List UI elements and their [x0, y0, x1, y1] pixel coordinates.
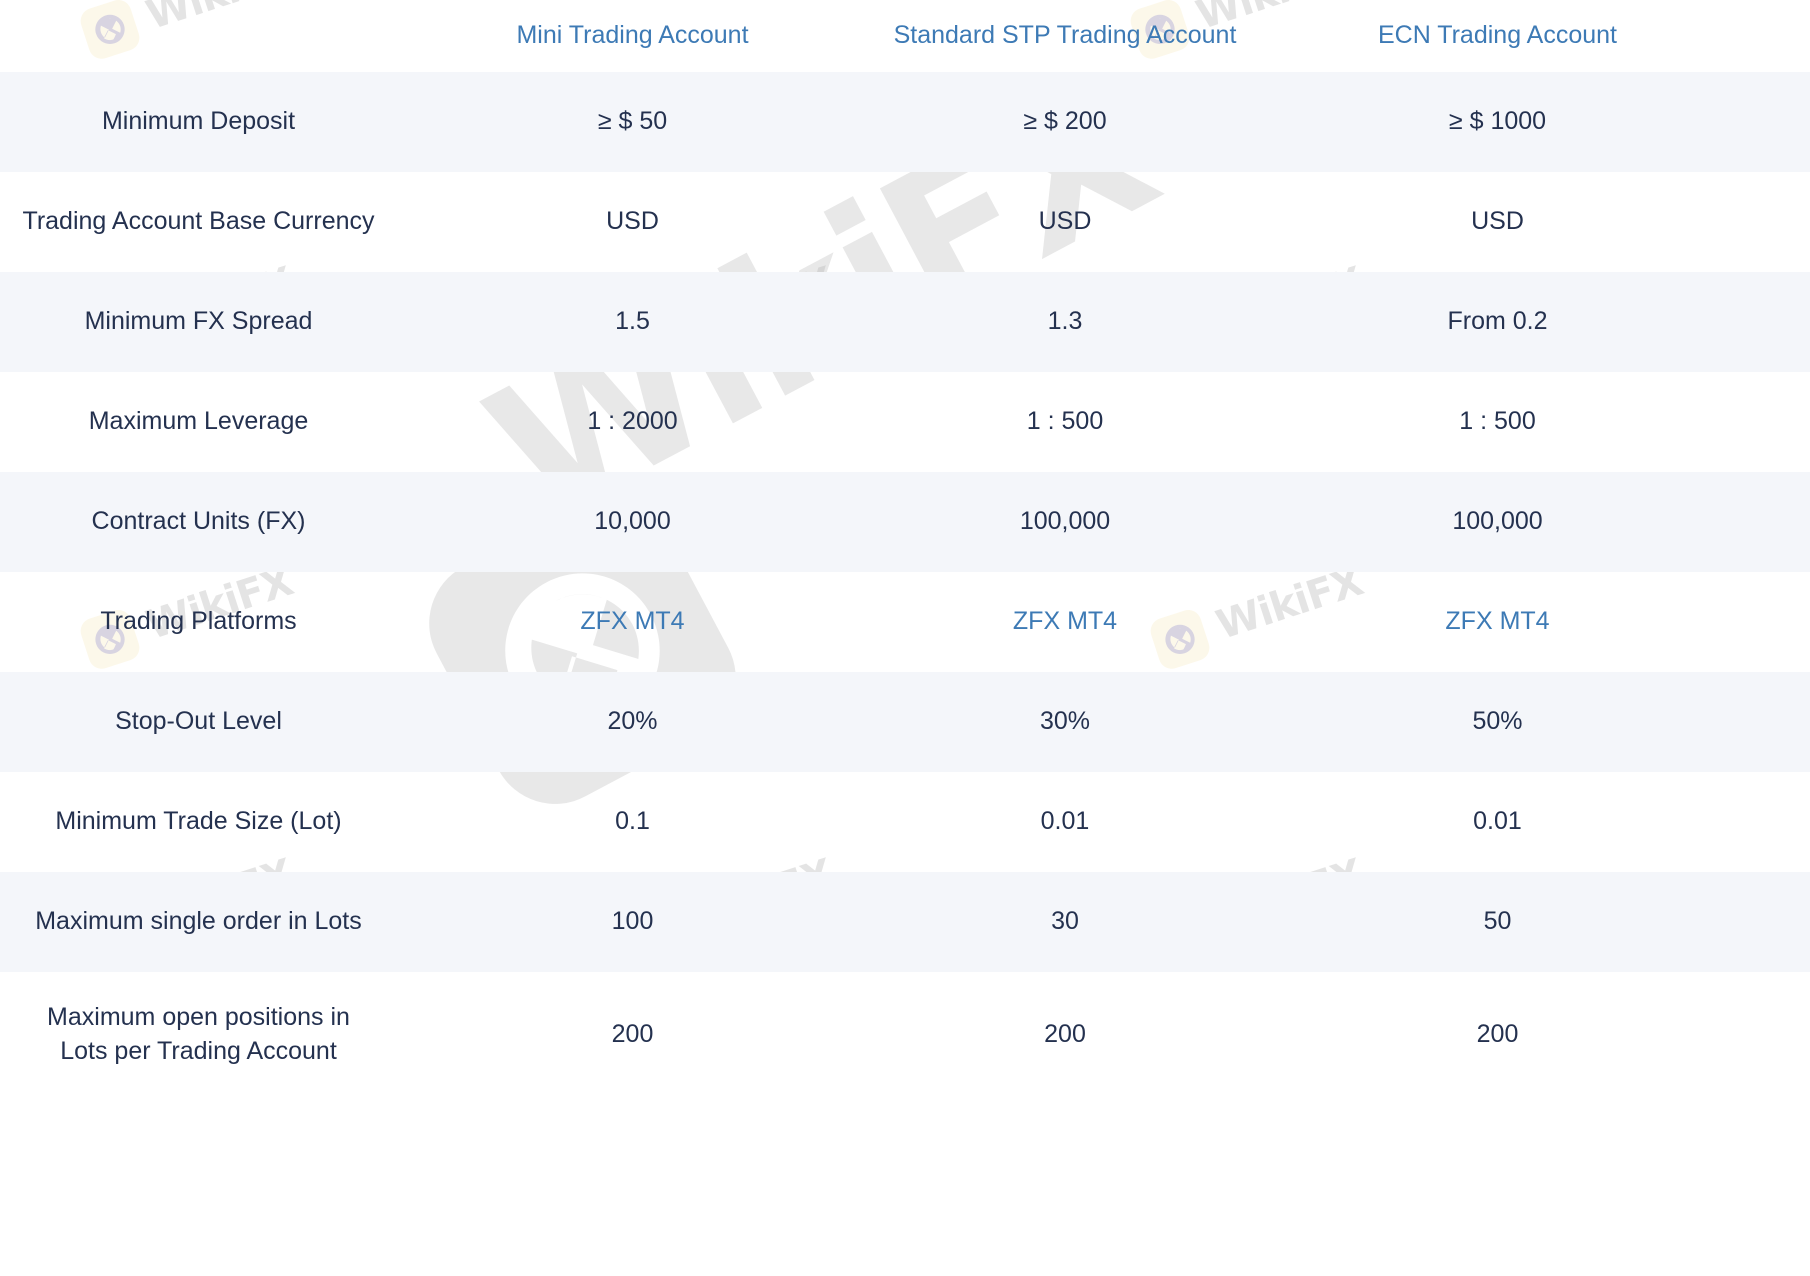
table-row: Minimum Deposit ≥ $ 50 ≥ $ 200 ≥ $ 1000	[0, 72, 1810, 172]
row-value-standard: 0.01	[1040, 807, 1090, 836]
row-value-ecn: 1 : 500	[1459, 407, 1536, 436]
table-header-standard-stp-trading-account[interactable]: Standard STP Trading Account	[868, 19, 1262, 53]
row-value-mini: 100	[611, 907, 654, 936]
row-value-mini: 10,000	[594, 507, 671, 536]
row-label: Minimum Trade Size (Lot)	[55, 807, 342, 836]
row-value-standard: 30%	[1039, 707, 1091, 736]
row-value-ecn: From 0.2	[1447, 307, 1548, 336]
row-label-line2: Lots per Trading Account	[60, 1037, 337, 1065]
row-label: Maximum open positions in Lots per Tradi…	[0, 1001, 397, 1069]
row-label: Stop-Out Level	[115, 707, 282, 736]
row-value-standard: ≥ $ 200	[1023, 107, 1107, 136]
row-label: Minimum Deposit	[101, 107, 296, 136]
row-value-standard: 1.3	[1047, 307, 1083, 336]
row-value-standard: 1 : 500	[1026, 407, 1104, 436]
table-header-ecn-trading-account[interactable]: ECN Trading Account	[1262, 19, 1733, 53]
table-row: Trading Platforms ZFX MT4 ZFX MT4 ZFX MT…	[0, 572, 1810, 672]
table-row: Minimum FX Spread 1.5 1.3 From 0.2	[0, 272, 1810, 372]
table-header-row: Mini Trading Account Standard STP Tradin…	[0, 0, 1810, 72]
row-label: Maximum single order in Lots	[35, 907, 362, 936]
table-row: Contract Units (FX) 10,000 100,000 100,0…	[0, 472, 1810, 572]
table-row: Maximum Leverage 1 : 2000 1 : 500 1 : 50…	[0, 372, 1810, 472]
row-value-ecn-platform-link[interactable]: ZFX MT4	[1262, 605, 1733, 639]
row-label: Contract Units (FX)	[91, 507, 306, 536]
account-comparison-page: WikiFX WikiFX WikiFX WikiFX	[0, 0, 1810, 1276]
row-value-standard: 100,000	[1019, 507, 1111, 536]
row-label: Maximum Leverage	[88, 407, 309, 436]
row-label-line1: Maximum open positions in	[47, 1003, 350, 1032]
row-value-standard: USD	[1038, 207, 1092, 236]
row-value-ecn: USD	[1471, 207, 1524, 236]
row-value-mini: 1 : 2000	[587, 407, 678, 436]
row-value-ecn: 100,000	[1452, 507, 1543, 536]
row-value-mini: 1.5	[615, 307, 650, 336]
table-row: Trading Account Base Currency USD USD US…	[0, 172, 1810, 272]
row-value-mini: USD	[606, 207, 659, 236]
table-header-mini-trading-account[interactable]: Mini Trading Account	[397, 19, 868, 53]
table-row: Maximum single order in Lots 100 30 50	[0, 872, 1810, 972]
row-label: Trading Account Base Currency	[22, 207, 375, 236]
row-value-standard-platform-link[interactable]: ZFX MT4	[868, 605, 1262, 639]
row-value-mini: 200	[611, 1020, 654, 1049]
row-label: Trading Platforms	[100, 607, 297, 636]
row-value-ecn: 200	[1476, 1020, 1519, 1049]
row-value-mini-platform-link[interactable]: ZFX MT4	[397, 605, 868, 639]
row-value-standard: 30	[1051, 907, 1079, 936]
row-value-ecn: 0.01	[1473, 807, 1522, 836]
row-value-ecn: 50%	[1472, 707, 1523, 736]
row-value-mini: ≥ $ 50	[597, 107, 668, 136]
table-row: Maximum open positions in Lots per Tradi…	[0, 972, 1810, 1098]
row-value-mini: 20%	[607, 707, 658, 736]
row-value-ecn: 50	[1483, 907, 1512, 936]
row-value-ecn: ≥ $ 1000	[1448, 107, 1547, 136]
table-row: Minimum Trade Size (Lot) 0.1 0.01 0.01	[0, 772, 1810, 872]
row-value-standard: 200	[1044, 1020, 1086, 1049]
account-comparison-table: Mini Trading Account Standard STP Tradin…	[0, 0, 1810, 1098]
table-row: Stop-Out Level 20% 30% 50%	[0, 672, 1810, 772]
row-label: Minimum FX Spread	[84, 307, 313, 336]
row-value-mini: 0.1	[615, 807, 650, 836]
